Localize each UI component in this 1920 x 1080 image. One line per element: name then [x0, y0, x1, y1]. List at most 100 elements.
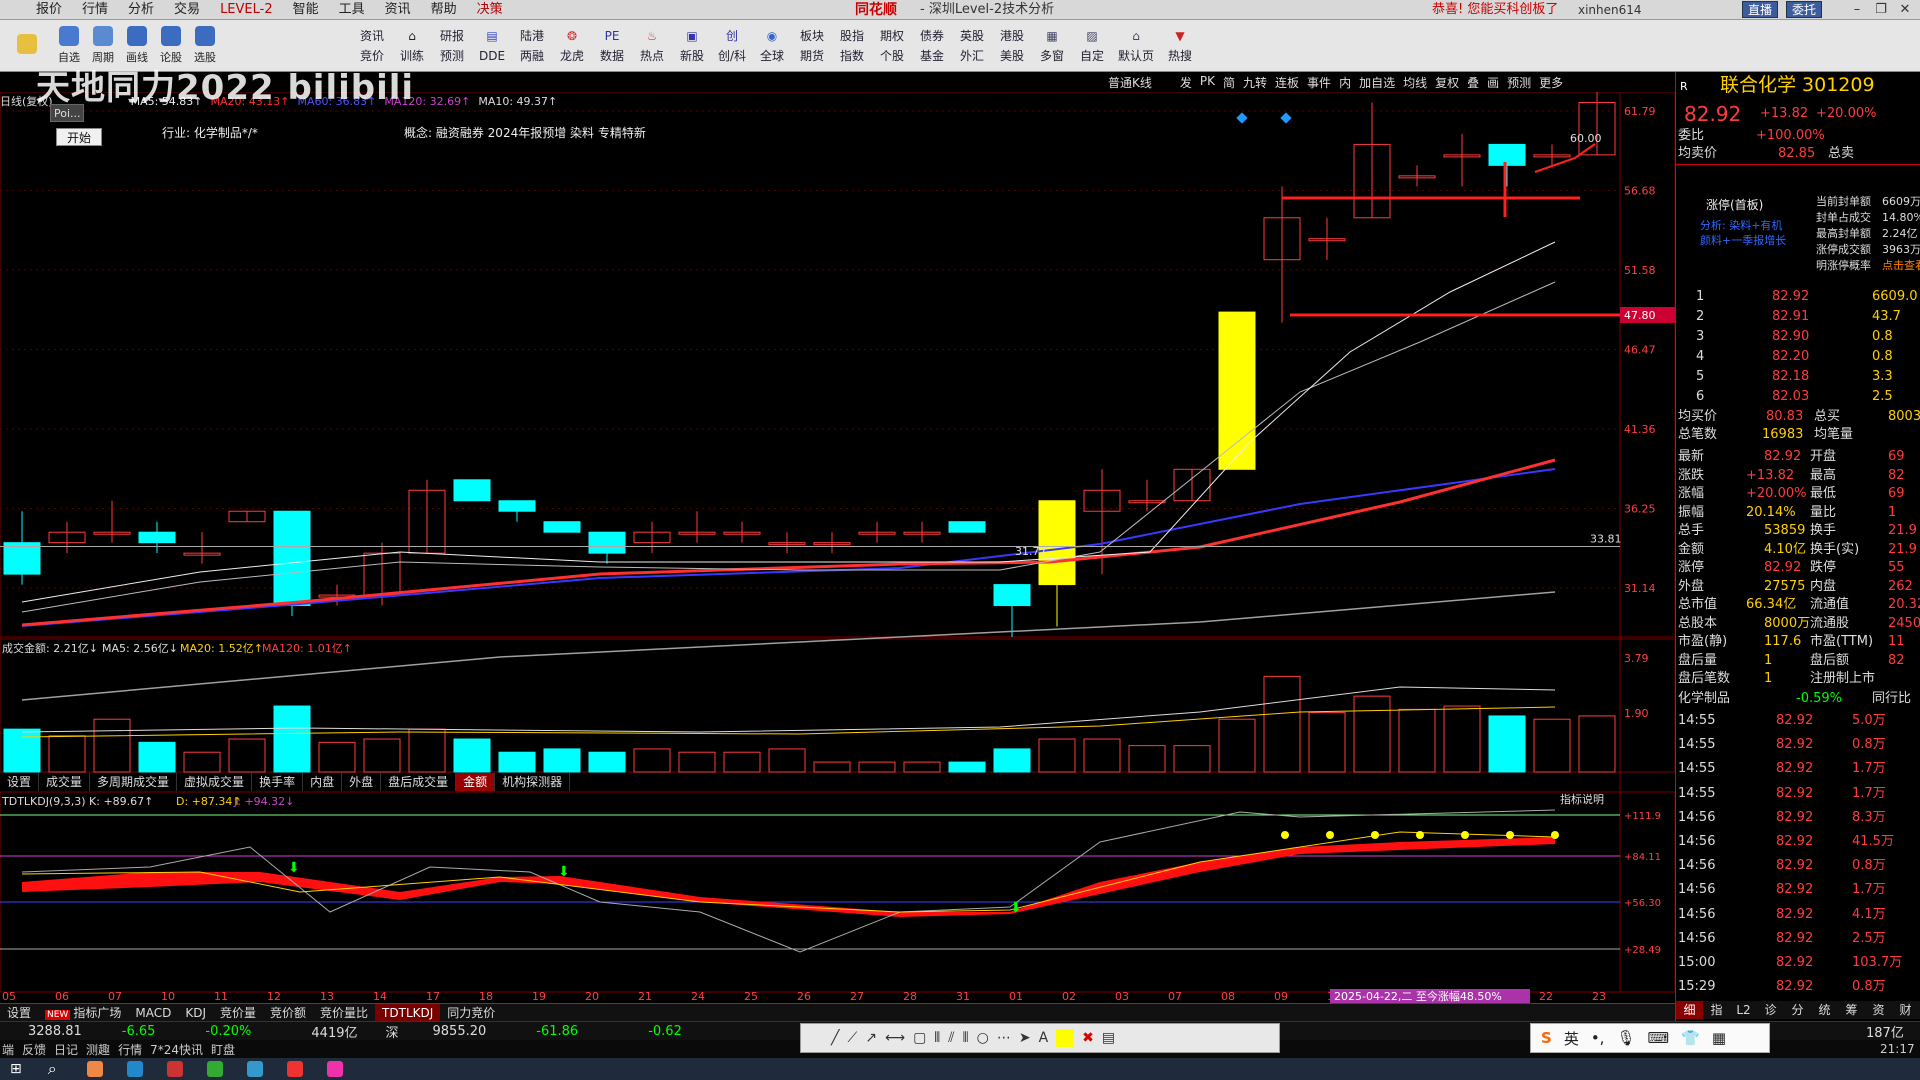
start-button[interactable]: 开始 [56, 128, 102, 146]
bars-tool-icon[interactable]: ⦀ [962, 1030, 968, 1046]
footer-diary[interactable]: 日记 [54, 1041, 78, 1058]
opt-jiazixuan[interactable]: 加自选 [1359, 74, 1395, 91]
opt-nei[interactable]: 内 [1339, 74, 1351, 91]
arrow-tool-icon[interactable]: ↗ [865, 1030, 877, 1046]
menu-item-level2[interactable]: LEVEL-2 [210, 0, 283, 20]
kline-type-select[interactable]: 普通K线 [1108, 74, 1152, 91]
tab-bid-volume[interactable]: 竞价量 [213, 1004, 263, 1022]
cursor-tool-icon[interactable]: ➤ [1019, 1030, 1031, 1046]
fib-tool-icon[interactable]: ⫴ [934, 1030, 940, 1046]
tab-indicator-square[interactable]: NEW 指标广场 [38, 1004, 128, 1022]
toolbar-item-quanqiu[interactable]: ◉ 全球 [752, 22, 792, 70]
menu-item-smart[interactable]: 智能 [283, 0, 329, 20]
color-swatch-icon[interactable] [1056, 1029, 1075, 1047]
taskbar-app-icon[interactable] [206, 1061, 223, 1077]
subtab-volume[interactable]: 成交量 [39, 773, 91, 791]
ime-punct-icon[interactable]: •, [1591, 1029, 1605, 1047]
subtab-institution[interactable]: 机构探测器 [495, 773, 571, 791]
taskbar-app-icon[interactable] [86, 1061, 103, 1077]
opt-gengduo[interactable]: 更多 [1539, 74, 1563, 91]
panel-tab[interactable]: 指 [1703, 1001, 1730, 1019]
opt-yuce[interactable]: 预测 [1507, 74, 1531, 91]
taskbar-app-icon[interactable] [326, 1061, 343, 1077]
tab-tongli-bid[interactable]: 同力竞价 [440, 1004, 502, 1022]
menu-item-trade[interactable]: 交易 [164, 0, 210, 20]
opt-fa[interactable]: 发 [1180, 74, 1192, 91]
ray-tool-icon[interactable]: ⟋ [847, 1030, 857, 1046]
ime-keyboard-icon[interactable]: ⌨ [1648, 1029, 1670, 1047]
subtab-turnover[interactable]: 换手率 [252, 773, 304, 791]
toolbar-item-bankuai[interactable]: 板块 期货 [792, 22, 832, 70]
maximize-icon[interactable]: ❐ [1870, 0, 1892, 20]
taskbar-app-icon[interactable] [246, 1061, 263, 1077]
taskbar-app-icon[interactable] [126, 1061, 143, 1077]
subtab-after-hours[interactable]: 盘后成交量 [381, 773, 457, 791]
toolbar-item-redian[interactable]: ♨ 热点 [632, 22, 672, 70]
menu-item-quote[interactable]: 报价 [26, 0, 72, 20]
footer-item[interactable]: 端 [2, 1041, 14, 1058]
tab-kdj[interactable]: KDJ [178, 1004, 213, 1022]
minimize-icon[interactable]: – [1846, 0, 1868, 20]
menu-item-news[interactable]: 资讯 [375, 0, 421, 20]
panel-tab[interactable]: 统 [1811, 1001, 1838, 1019]
delete-tool-icon[interactable]: ✖ [1082, 1030, 1094, 1046]
ime-skin-icon[interactable]: 👕 [1681, 1029, 1700, 1047]
ime-mic-icon[interactable]: 🎙 [1616, 1029, 1635, 1047]
toolbar-item-shuju[interactable]: PE 数据 [592, 22, 632, 70]
panel-tab[interactable]: 财 [1892, 1001, 1919, 1019]
toolbar-item-lianggang[interactable]: 陆港 两融 [512, 22, 552, 70]
tab-bid-amount[interactable]: 竞价额 [263, 1004, 313, 1022]
panel-tab[interactable]: 筹 [1838, 1001, 1865, 1019]
limit-probability-link[interactable]: 点击查看 [1882, 258, 1920, 274]
menu-item-help[interactable]: 帮助 [421, 0, 467, 20]
footer-feedback[interactable]: 反馈 [22, 1041, 46, 1058]
opt-fuquan[interactable]: 复权 [1435, 74, 1459, 91]
toolbar-item-longhu[interactable]: ❂ 龙虎 [552, 22, 592, 70]
circle-tool-icon[interactable]: ○ [977, 1030, 989, 1046]
panel-tab[interactable]: 诊 [1757, 1001, 1784, 1019]
toolbar-item-morenye[interactable]: ⌂ 默认页 [1112, 22, 1160, 70]
toolbar-item-dde[interactable]: ▤ DDE [472, 22, 512, 70]
opt-lianban[interactable]: 连板 [1275, 74, 1299, 91]
menu-item-analysis[interactable]: 分析 [118, 0, 164, 20]
taskbar-app-icon[interactable] [286, 1061, 303, 1077]
footer-market[interactable]: 行情 [118, 1041, 142, 1058]
opt-pk[interactable]: PK [1200, 74, 1215, 91]
toolbar-item-chuangke[interactable]: 创创/科 [712, 22, 752, 70]
search-icon[interactable]: ⌕ [48, 1059, 57, 1079]
toolbar-item-qiquan[interactable]: 期权 个股 [872, 22, 912, 70]
text-tool-icon[interactable]: A [1039, 1030, 1049, 1046]
footer-test[interactable]: 测趣 [86, 1041, 110, 1058]
toolbar-item-zhaiquan[interactable]: 债券 基金 [912, 22, 952, 70]
toolbar-item-ganggu[interactable]: 港股 美股 [992, 22, 1032, 70]
toolbar-item-yanbao[interactable]: 研报 预测 [432, 22, 472, 70]
toolbar-item-xingu[interactable]: ▣ 新股 [672, 22, 712, 70]
toolbar-item-guzhi[interactable]: 股指 指数 [832, 22, 872, 70]
panel-tab[interactable]: L2 [1730, 1001, 1757, 1019]
close-icon[interactable]: ✕ [1894, 0, 1916, 20]
footer-watch[interactable]: 盯盘 [211, 1041, 235, 1058]
opt-hua[interactable]: 画 [1487, 74, 1499, 91]
kline-chart[interactable]: 61.79 56.68 51.58 46.47 41.36 36.25 31.14 33.81… [0, 92, 1675, 1003]
opt-shijian[interactable]: 事件 [1307, 74, 1331, 91]
panel-tab[interactable]: 细 [1676, 1001, 1703, 1019]
channel-tool-icon[interactable]: ⫽ [948, 1030, 954, 1046]
rect-tool-icon[interactable]: ▢ [913, 1030, 926, 1046]
tab-tdtlkdj[interactable]: TDTLKDJ [375, 1003, 441, 1022]
opt-jiuzhuan[interactable]: 九转 [1243, 74, 1267, 91]
tab-settings[interactable]: 设置 [0, 1004, 38, 1022]
more-tool-icon[interactable]: ⋯ [997, 1030, 1011, 1046]
panel-tab[interactable]: 资 [1865, 1001, 1892, 1019]
tab-bid-ratio[interactable]: 竞价量比 [313, 1004, 375, 1022]
subtab-inner[interactable]: 内盘 [303, 773, 343, 791]
hline-tool-icon[interactable]: ⟷ [885, 1030, 905, 1046]
menu-item-tools[interactable]: 工具 [329, 0, 375, 20]
ime-grid-icon[interactable]: ▦ [1712, 1029, 1726, 1047]
toolbar-item-resou[interactable]: ▼ 热搜 [1160, 22, 1200, 70]
live-button[interactable]: 直播 [1742, 1, 1779, 18]
taskbar-app-icon[interactable] [166, 1061, 183, 1077]
tab-macd[interactable]: MACD [128, 1004, 178, 1022]
toolbar-item-zidingyi[interactable]: ▨ 自定 [1072, 22, 1112, 70]
subtab-virtual-volume[interactable]: 虚拟成交量 [177, 773, 253, 791]
subtab-outer[interactable]: 外盘 [342, 773, 382, 791]
